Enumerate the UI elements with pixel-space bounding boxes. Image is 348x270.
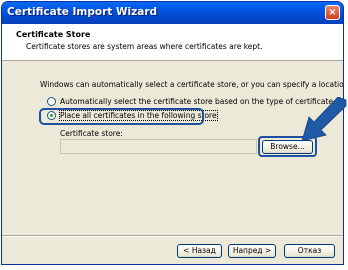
option-highlight-frame	[39, 108, 204, 125]
arrow-pointer-icon	[301, 97, 347, 142]
close-icon: ×	[328, 7, 337, 18]
radio-button-automatic[interactable]	[47, 97, 56, 106]
page-title: Certificate Store	[16, 30, 91, 39]
close-button[interactable]: ×	[325, 5, 340, 20]
next-button[interactable]: Напред >	[228, 244, 276, 258]
certificate-store-field[interactable]	[60, 139, 257, 154]
wizard-header: Certificate Store Certificate stores are…	[2, 24, 343, 61]
radio-label-automatic[interactable]: Automatically select the certificate sto…	[60, 97, 333, 106]
cancel-button[interactable]: Отказ	[284, 244, 335, 258]
back-button[interactable]: < Назад	[177, 244, 222, 258]
intro-text: Windows can automatically select a certi…	[40, 80, 344, 89]
page-subtitle: Certificate stores are system areas wher…	[26, 42, 263, 51]
title-bar: Certificate Import Wizard ×	[2, 2, 343, 24]
footer-divider	[2, 235, 343, 237]
window-title: Certificate Import Wizard	[7, 6, 158, 18]
certificate-import-wizard-window: Certificate Import Wizard × Certificate …	[1, 1, 344, 265]
certificate-store-label: Certificate store:	[60, 129, 123, 138]
